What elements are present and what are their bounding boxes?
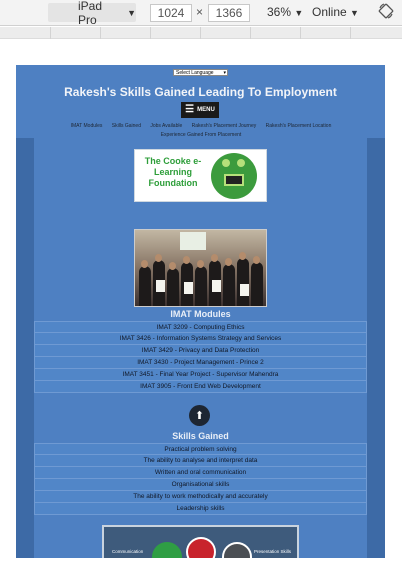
photo-banner — [180, 232, 206, 250]
list-item: The ability to analyse and interpret dat… — [34, 455, 367, 467]
rotate-icon[interactable] — [378, 3, 394, 19]
chevron-down-icon: ▼ — [294, 8, 304, 18]
list-item: Written and oral communication — [34, 467, 367, 479]
chevron-down-icon: ▼ — [350, 8, 359, 18]
zoom-select[interactable]: 36% ▼ — [267, 5, 303, 19]
list-item: IMAT 3209 - Computing Ethics — [34, 321, 367, 333]
list-item: IMAT 3451 - Final Year Project - Supervi… — [34, 369, 367, 381]
nav-link-experience-gained[interactable]: Experience Gained From Placement — [161, 132, 242, 138]
skills-infographic: Communication Presentation Skills — [102, 525, 299, 558]
chevron-down-icon: ▼ — [127, 7, 136, 18]
nav-link-imat-modules[interactable]: IMAT Modules — [71, 123, 103, 129]
nav-link-placement-journey[interactable]: Rakesh's Placement Journey — [192, 123, 257, 129]
list-item: IMAT 3429 - Privacy and Data Protection — [34, 345, 367, 357]
list-item: Organisational skills — [34, 479, 367, 491]
list-item: Leadership skills — [34, 503, 367, 515]
main-nav: IMAT Modules Skills Gained Jobs Availabl… — [46, 122, 356, 140]
device-select-label: iPad Pro — [78, 0, 103, 27]
modules-heading: IMAT Modules — [170, 309, 231, 319]
nav-link-skills-gained[interactable]: Skills Gained — [112, 123, 141, 129]
communication-icon — [152, 542, 182, 558]
presentation-icon — [222, 542, 252, 558]
website: Select Language ▾ Rakesh's Skills Gained… — [16, 65, 385, 558]
menu-button[interactable]: ☰ MENU — [181, 102, 219, 118]
zoom-label: 36% — [267, 5, 292, 19]
device-select[interactable]: iPad Pro ▼ — [48, 0, 136, 27]
infographic-label-communication: Communication — [112, 549, 144, 554]
language-select[interactable]: Select Language ▾ — [173, 69, 228, 76]
briefcase-icon — [186, 537, 216, 558]
list-item: IMAT 3430 - Project Management - Prince … — [34, 357, 367, 369]
network-select[interactable]: Online ▼ — [312, 5, 359, 19]
devtools-device-toolbar: iPad Pro ▼ 1024 × 1366 36% ▼ Online ▼ — [0, 0, 402, 27]
site-title[interactable]: Rakesh's Skills Gained Leading To Employ… — [16, 85, 385, 99]
network-label: Online — [312, 5, 347, 19]
sidebar-left — [16, 138, 34, 558]
list-item: The ability to work methodically and acc… — [34, 491, 367, 503]
chevron-down-icon: ▾ — [223, 70, 226, 76]
width-input[interactable]: 1024 — [150, 4, 192, 22]
arrow-up-icon[interactable]: ⬆ — [189, 405, 210, 426]
language-select-label: Select Language — [176, 70, 214, 76]
skills-list: Practical problem solving The ability to… — [34, 443, 367, 515]
media-query-ruler[interactable] — [0, 27, 402, 39]
menu-label: MENU — [197, 107, 215, 113]
logo-text: The Cooke e-Learning Foundation — [144, 156, 202, 188]
list-item: IMAT 3905 - Front End Web Development — [34, 381, 367, 393]
list-item: IMAT 3426 - Information Systems Strategy… — [34, 333, 367, 345]
nav-link-placement-location[interactable]: Rakesh's Placement Location — [266, 123, 332, 129]
cooke-foundation-logo: The Cooke e-Learning Foundation — [134, 149, 267, 202]
sidebar-right — [367, 138, 385, 558]
logo-emblem-icon — [211, 153, 257, 199]
hamburger-icon: ☰ — [185, 104, 195, 115]
skills-heading: Skills Gained — [172, 431, 229, 441]
infographic-label-presentation: Presentation Skills — [254, 549, 292, 554]
group-photo — [134, 229, 267, 307]
height-input[interactable]: 1366 — [208, 4, 250, 22]
list-item: Practical problem solving — [34, 443, 367, 455]
nav-link-jobs-available[interactable]: Jobs Available — [150, 123, 182, 129]
times-icon: × — [196, 5, 204, 19]
emulated-viewport: Select Language ▾ Rakesh's Skills Gained… — [16, 65, 385, 558]
modules-list: IMAT 3209 - Computing Ethics IMAT 3426 -… — [34, 321, 367, 393]
